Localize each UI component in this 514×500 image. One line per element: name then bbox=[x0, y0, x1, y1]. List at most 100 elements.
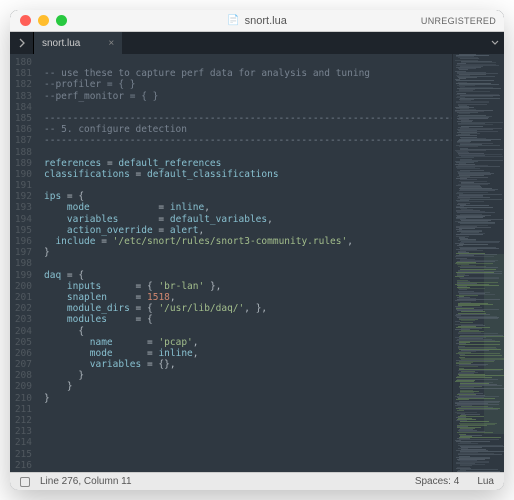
code-line[interactable]: ips = { bbox=[44, 191, 452, 202]
code-line[interactable] bbox=[44, 415, 452, 426]
line-number: 196 bbox=[14, 236, 32, 247]
code-line[interactable]: include = '/etc/snort/rules/snort3-commu… bbox=[44, 236, 452, 247]
code-line[interactable]: action_override = alert, bbox=[44, 225, 452, 236]
minimap[interactable] bbox=[452, 54, 504, 472]
line-number: 185 bbox=[14, 113, 32, 124]
chevron-down-icon bbox=[491, 40, 499, 46]
indentation-setting[interactable]: Spaces: 4 bbox=[415, 476, 459, 487]
code-line[interactable]: mode = inline, bbox=[44, 348, 452, 359]
line-number: 189 bbox=[14, 158, 32, 169]
line-number: 187 bbox=[14, 135, 32, 146]
line-number: 200 bbox=[14, 281, 32, 292]
line-number: 191 bbox=[14, 180, 32, 191]
line-number: 188 bbox=[14, 147, 32, 158]
code-line[interactable] bbox=[44, 147, 452, 158]
sidebar-toggle-button[interactable] bbox=[10, 32, 34, 54]
line-number: 183 bbox=[14, 91, 32, 102]
minimize-window-button[interactable] bbox=[38, 15, 49, 26]
line-number: 212 bbox=[14, 415, 32, 426]
code-line[interactable]: mode = inline, bbox=[44, 202, 452, 213]
line-number: 209 bbox=[14, 381, 32, 392]
editor-window: 📄 snort.lua UNREGISTERED snort.lua × 180… bbox=[10, 10, 504, 490]
tab-overflow-button[interactable] bbox=[486, 32, 504, 54]
editor-body: 1801811821831841851861871881891901911921… bbox=[10, 54, 504, 472]
code-line[interactable] bbox=[44, 57, 452, 68]
line-number: 195 bbox=[14, 225, 32, 236]
file-icon: 📄 bbox=[227, 15, 239, 26]
line-number: 213 bbox=[14, 426, 32, 437]
window-title-text: snort.lua bbox=[245, 15, 287, 27]
line-number: 184 bbox=[14, 102, 32, 113]
code-line[interactable]: -- use these to capture perf data for an… bbox=[44, 68, 452, 79]
code-line[interactable]: modules = { bbox=[44, 314, 452, 325]
code-line[interactable]: variables = {}, bbox=[44, 359, 452, 370]
line-number: 186 bbox=[14, 124, 32, 135]
code-line[interactable]: ----------------------------------------… bbox=[44, 135, 452, 146]
code-line[interactable] bbox=[44, 449, 452, 460]
code-line[interactable] bbox=[44, 102, 452, 113]
chevron-right-icon bbox=[17, 38, 27, 48]
line-number: 202 bbox=[14, 303, 32, 314]
code-line[interactable]: references = default_references bbox=[44, 158, 452, 169]
line-number: 205 bbox=[14, 337, 32, 348]
code-line[interactable]: module_dirs = { '/usr/lib/daq/', }, bbox=[44, 303, 452, 314]
code-line[interactable]: --perf_monitor = { } bbox=[44, 91, 452, 102]
traffic-lights bbox=[20, 15, 67, 26]
line-number: 181 bbox=[14, 68, 32, 79]
line-number: 199 bbox=[14, 270, 32, 281]
code-line[interactable]: snaplen = 1518, bbox=[44, 292, 452, 303]
line-number: 207 bbox=[14, 359, 32, 370]
line-number: 190 bbox=[14, 169, 32, 180]
code-line[interactable] bbox=[44, 426, 452, 437]
line-number: 215 bbox=[14, 449, 32, 460]
code-line[interactable]: } bbox=[44, 393, 452, 404]
panel-toggle-icon[interactable] bbox=[20, 477, 30, 487]
tab-label: snort.lua bbox=[42, 38, 80, 49]
line-number: 182 bbox=[14, 79, 32, 90]
line-number: 204 bbox=[14, 326, 32, 337]
status-bar: Line 276, Column 11 Spaces: 4 Lua bbox=[10, 472, 504, 490]
unregistered-label: UNREGISTERED bbox=[421, 16, 496, 26]
code-line[interactable]: } bbox=[44, 381, 452, 392]
line-number: 197 bbox=[14, 247, 32, 258]
code-line[interactable]: --profiler = { } bbox=[44, 79, 452, 90]
code-line[interactable]: classifications = default_classification… bbox=[44, 169, 452, 180]
line-number: 210 bbox=[14, 393, 32, 404]
line-number: 180 bbox=[14, 57, 32, 68]
syntax-setting[interactable]: Lua bbox=[477, 476, 494, 487]
line-number: 201 bbox=[14, 292, 32, 303]
code-line[interactable]: variables = default_variables, bbox=[44, 214, 452, 225]
line-number: 193 bbox=[14, 202, 32, 213]
line-number: 214 bbox=[14, 437, 32, 448]
code-line[interactable]: inputs = { 'br-lan' }, bbox=[44, 281, 452, 292]
cursor-position[interactable]: Line 276, Column 11 bbox=[40, 476, 132, 487]
code-line[interactable]: ----------------------------------------… bbox=[44, 113, 452, 124]
line-number: 203 bbox=[14, 314, 32, 325]
line-number: 216 bbox=[14, 460, 32, 471]
close-window-button[interactable] bbox=[20, 15, 31, 26]
code-line[interactable] bbox=[44, 460, 452, 471]
line-number: 208 bbox=[14, 370, 32, 381]
code-line[interactable]: } bbox=[44, 370, 452, 381]
code-line[interactable] bbox=[44, 180, 452, 191]
code-line[interactable]: { bbox=[44, 326, 452, 337]
line-number: 206 bbox=[14, 348, 32, 359]
code-line[interactable]: -- 5. configure detection bbox=[44, 124, 452, 135]
line-number: 192 bbox=[14, 191, 32, 202]
line-number-gutter[interactable]: 1801811821831841851861871881891901911921… bbox=[10, 54, 40, 472]
titlebar[interactable]: 📄 snort.lua UNREGISTERED bbox=[10, 10, 504, 32]
code-line[interactable]: } bbox=[44, 247, 452, 258]
code-line[interactable] bbox=[44, 404, 452, 415]
tab-bar: snort.lua × bbox=[10, 32, 504, 54]
code-line[interactable]: name = 'pcap', bbox=[44, 337, 452, 348]
tab-snort-lua[interactable]: snort.lua × bbox=[34, 32, 122, 54]
line-number: 194 bbox=[14, 214, 32, 225]
tab-close-button[interactable]: × bbox=[108, 38, 114, 49]
line-number: 211 bbox=[14, 404, 32, 415]
code-line[interactable] bbox=[44, 437, 452, 448]
line-number: 198 bbox=[14, 258, 32, 269]
code-area[interactable]: -- use these to capture perf data for an… bbox=[40, 54, 452, 472]
code-line[interactable]: daq = { bbox=[44, 270, 452, 281]
code-line[interactable] bbox=[44, 258, 452, 269]
zoom-window-button[interactable] bbox=[56, 15, 67, 26]
